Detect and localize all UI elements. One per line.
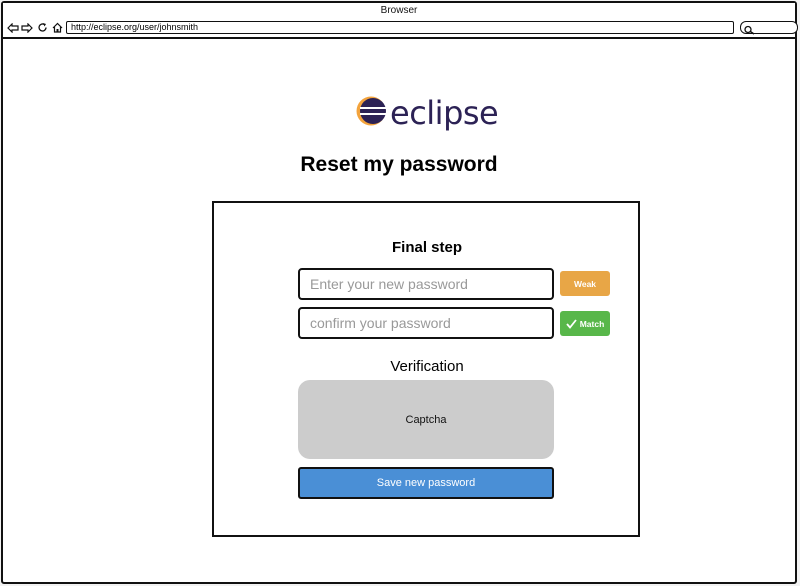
captcha-label: Captcha [405, 413, 447, 426]
browser-toolbar: http://eclipse.org/user/johnsmith [3, 19, 798, 39]
search-icon [744, 22, 756, 40]
page-title: Reset my password [300, 153, 498, 176]
refresh-icon[interactable] [36, 21, 49, 34]
home-icon[interactable] [51, 21, 64, 34]
eclipse-logo[interactable]: eclipse [356, 94, 499, 132]
confirm-password-input[interactable] [298, 307, 554, 339]
password-match-badge: Match [560, 311, 610, 336]
browser-search-box[interactable] [740, 21, 798, 35]
save-password-label: Save new password [376, 477, 476, 489]
forward-arrow-icon[interactable] [20, 21, 33, 34]
address-bar[interactable]: http://eclipse.org/user/johnsmith [66, 21, 734, 34]
eclipse-logo-text: eclipse [390, 94, 499, 132]
window-title: Browser [3, 3, 795, 20]
back-arrow-icon[interactable] [6, 21, 19, 34]
checkmark-icon [566, 318, 577, 329]
password-strength-badge: Weak [560, 271, 610, 296]
step-title: Final step [391, 239, 462, 256]
new-password-input[interactable] [298, 268, 554, 300]
verification-title: Verification [390, 358, 464, 375]
save-password-button[interactable]: Save new password [298, 467, 554, 499]
match-label: Match [579, 318, 605, 329]
eclipse-logo-icon [356, 96, 386, 131]
captcha-box[interactable]: Captcha [298, 380, 554, 459]
browser-window: Browser http://eclipse.org/user/johnsmit… [1, 1, 798, 584]
